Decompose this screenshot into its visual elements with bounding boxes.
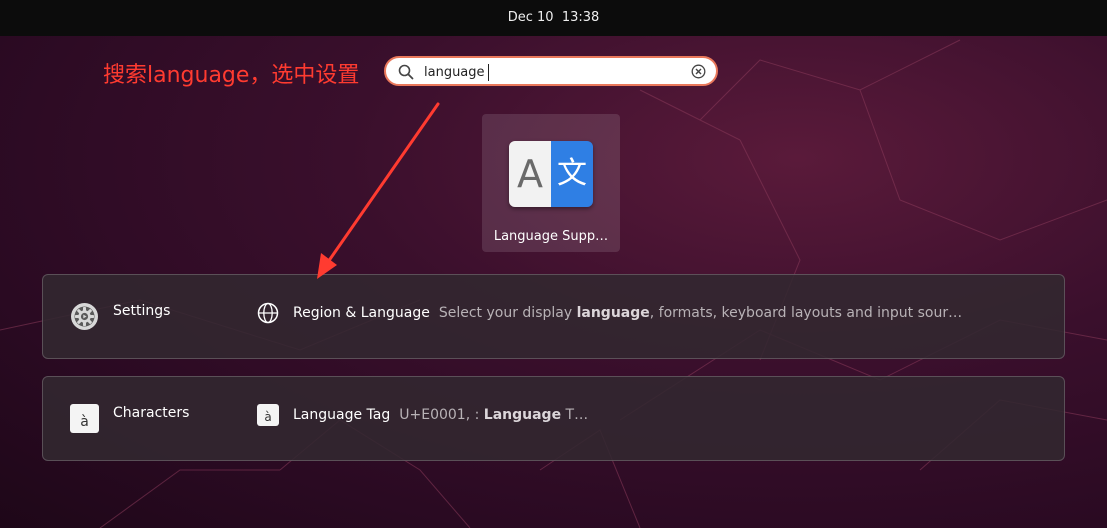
result-item-region-language[interactable]: Region & Language Select your display la…: [257, 301, 1047, 325]
character-glyph-icon: à: [257, 404, 279, 426]
desc-before: Select your display: [438, 305, 577, 321]
desc-after: , formats, keyboard layouts and input so…: [649, 305, 963, 321]
app-icon-left-glyph: A: [509, 141, 551, 207]
search-input[interactable]: [424, 62, 684, 82]
desc-before: U+E0001, :: [399, 407, 484, 423]
language-support-icon: A 文: [509, 141, 593, 207]
result-description: Select your display language, formats, k…: [439, 305, 962, 321]
desktop-screen: Dec 10 13:38 搜索language，选中设置 A 文 Languag…: [0, 0, 1107, 528]
result-title: Language Tag: [293, 407, 391, 423]
result-description: U+E0001, : Language T…: [399, 407, 588, 423]
settings-gear-icon[interactable]: [70, 302, 99, 331]
app-result-language-support[interactable]: A 文 Language Supp…: [482, 114, 620, 252]
app-icon-right-glyph: 文: [551, 141, 593, 207]
clear-icon[interactable]: [691, 64, 706, 79]
desc-after: T…: [561, 407, 589, 423]
search-icon: [398, 64, 414, 80]
clock[interactable]: Dec 10 13:38: [0, 10, 1107, 25]
desc-highlight: language: [576, 305, 650, 321]
result-item-language-tag[interactable]: à Language Tag U+E0001, : Language T…: [257, 403, 1047, 427]
result-panel-characters: à Characters à Language Tag U+E0001, : L…: [42, 376, 1065, 461]
character-glyph: à: [257, 404, 279, 426]
characters-app-icon[interactable]: à: [70, 404, 99, 433]
annotation-text: 搜索language，选中设置: [103, 63, 360, 88]
globe-icon: [257, 302, 279, 324]
provider-name-characters[interactable]: Characters: [113, 405, 189, 421]
top-bar: Dec 10 13:38: [0, 0, 1107, 36]
text-caret: [488, 64, 489, 81]
result-title: Region & Language: [293, 305, 430, 321]
app-label: Language Supp…: [493, 229, 609, 244]
result-panel-settings: Settings Region & Language Select your d…: [42, 274, 1065, 359]
desc-highlight: Language: [483, 407, 562, 423]
search-box[interactable]: [384, 56, 718, 86]
provider-name-settings[interactable]: Settings: [113, 303, 170, 319]
